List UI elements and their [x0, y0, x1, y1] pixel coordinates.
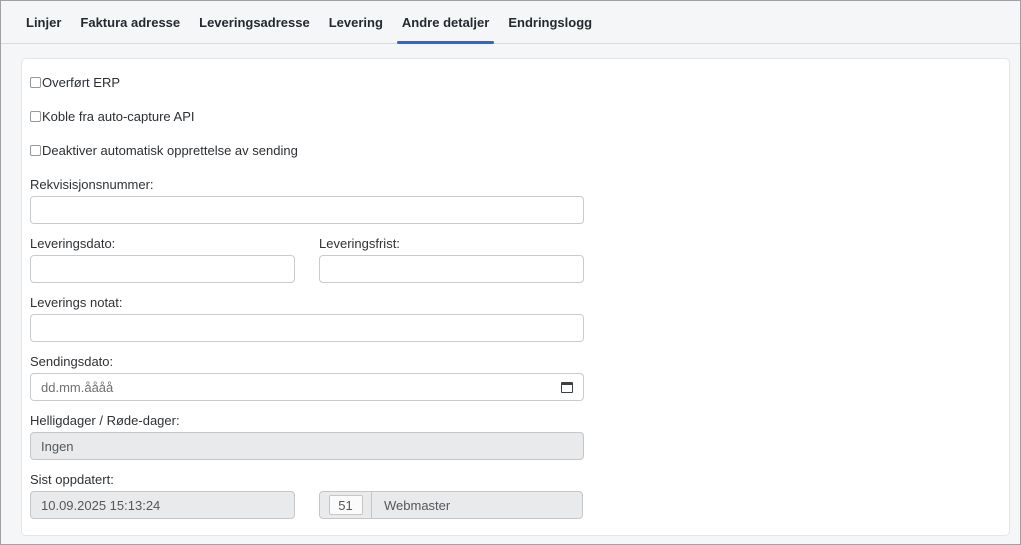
leverings-notat-field: Leverings notat:	[30, 295, 1001, 342]
sist-oppdatert-input	[30, 491, 295, 519]
tab-endringslogg[interactable]: Endringslogg	[503, 1, 597, 43]
user-id-input	[329, 495, 363, 515]
andre-detaljer-panel: Overført ERP Koble fra auto-capture API …	[21, 58, 1010, 536]
koble-fra-auto-capture-row: Koble fra auto-capture API	[30, 109, 1001, 124]
sendingsdato-input[interactable]	[30, 373, 584, 401]
deaktiver-automatisk-row: Deaktiver automatisk opprettelse av send…	[30, 143, 1001, 158]
tab-levering[interactable]: Levering	[324, 1, 388, 43]
leveringsfrist-input[interactable]	[319, 255, 584, 283]
overfort-erp-label: Overført ERP	[42, 75, 120, 90]
tab-andre-detaljer[interactable]: Andre detaljer	[397, 1, 494, 43]
sendingsdato-label: Sendingsdato:	[30, 354, 1001, 369]
helligdager-input	[30, 432, 584, 460]
koble-fra-auto-capture-label: Koble fra auto-capture API	[42, 109, 194, 124]
leveringsdato-frist-row: Leveringsdato: Leveringsfrist:	[30, 236, 1001, 283]
leveringsfrist-label: Leveringsfrist:	[319, 236, 584, 251]
oppdatert-av-field	[319, 491, 583, 519]
helligdager-field: Helligdager / Røde-dager:	[30, 413, 1001, 460]
leverings-notat-input[interactable]	[30, 314, 584, 342]
rekvisisjonsnummer-field: Rekvisisjonsnummer:	[30, 177, 1001, 224]
leveringsfrist-field: Leveringsfrist:	[319, 236, 584, 283]
overfort-erp-checkbox[interactable]	[30, 77, 41, 88]
overfort-erp-row: Overført ERP	[30, 75, 1001, 90]
sist-oppdatert-label: Sist oppdatert:	[30, 472, 295, 487]
leveringsdato-label: Leveringsdato:	[30, 236, 295, 251]
tab-leveringsadresse[interactable]: Leveringsadresse	[194, 1, 315, 43]
leverings-notat-label: Leverings notat:	[30, 295, 1001, 310]
koble-fra-auto-capture-checkbox[interactable]	[30, 111, 41, 122]
rekvisisjonsnummer-input[interactable]	[30, 196, 584, 224]
oppdatert-av-group	[319, 491, 583, 519]
sist-oppdatert-row: Sist oppdatert:	[30, 472, 1001, 519]
deaktiver-automatisk-label: Deaktiver automatisk opprettelse av send…	[42, 143, 298, 158]
deaktiver-automatisk-checkbox[interactable]	[30, 145, 41, 156]
leveringsdato-field: Leveringsdato:	[30, 236, 295, 283]
sist-oppdatert-field: Sist oppdatert:	[30, 472, 295, 519]
rekvisisjonsnummer-label: Rekvisisjonsnummer:	[30, 177, 1001, 192]
leveringsdato-input[interactable]	[30, 255, 295, 283]
tab-bar: Linjer Faktura adresse Leveringsadresse …	[1, 1, 1020, 44]
user-name-input	[372, 492, 582, 518]
tab-linjer[interactable]: Linjer	[21, 1, 66, 43]
helligdager-label: Helligdager / Røde-dager:	[30, 413, 1001, 428]
user-id-cell	[320, 492, 372, 518]
sendingsdato-field: Sendingsdato:	[30, 354, 1001, 401]
sendingsdato-date-wrap	[30, 373, 584, 401]
tab-faktura-adresse[interactable]: Faktura adresse	[75, 1, 185, 43]
